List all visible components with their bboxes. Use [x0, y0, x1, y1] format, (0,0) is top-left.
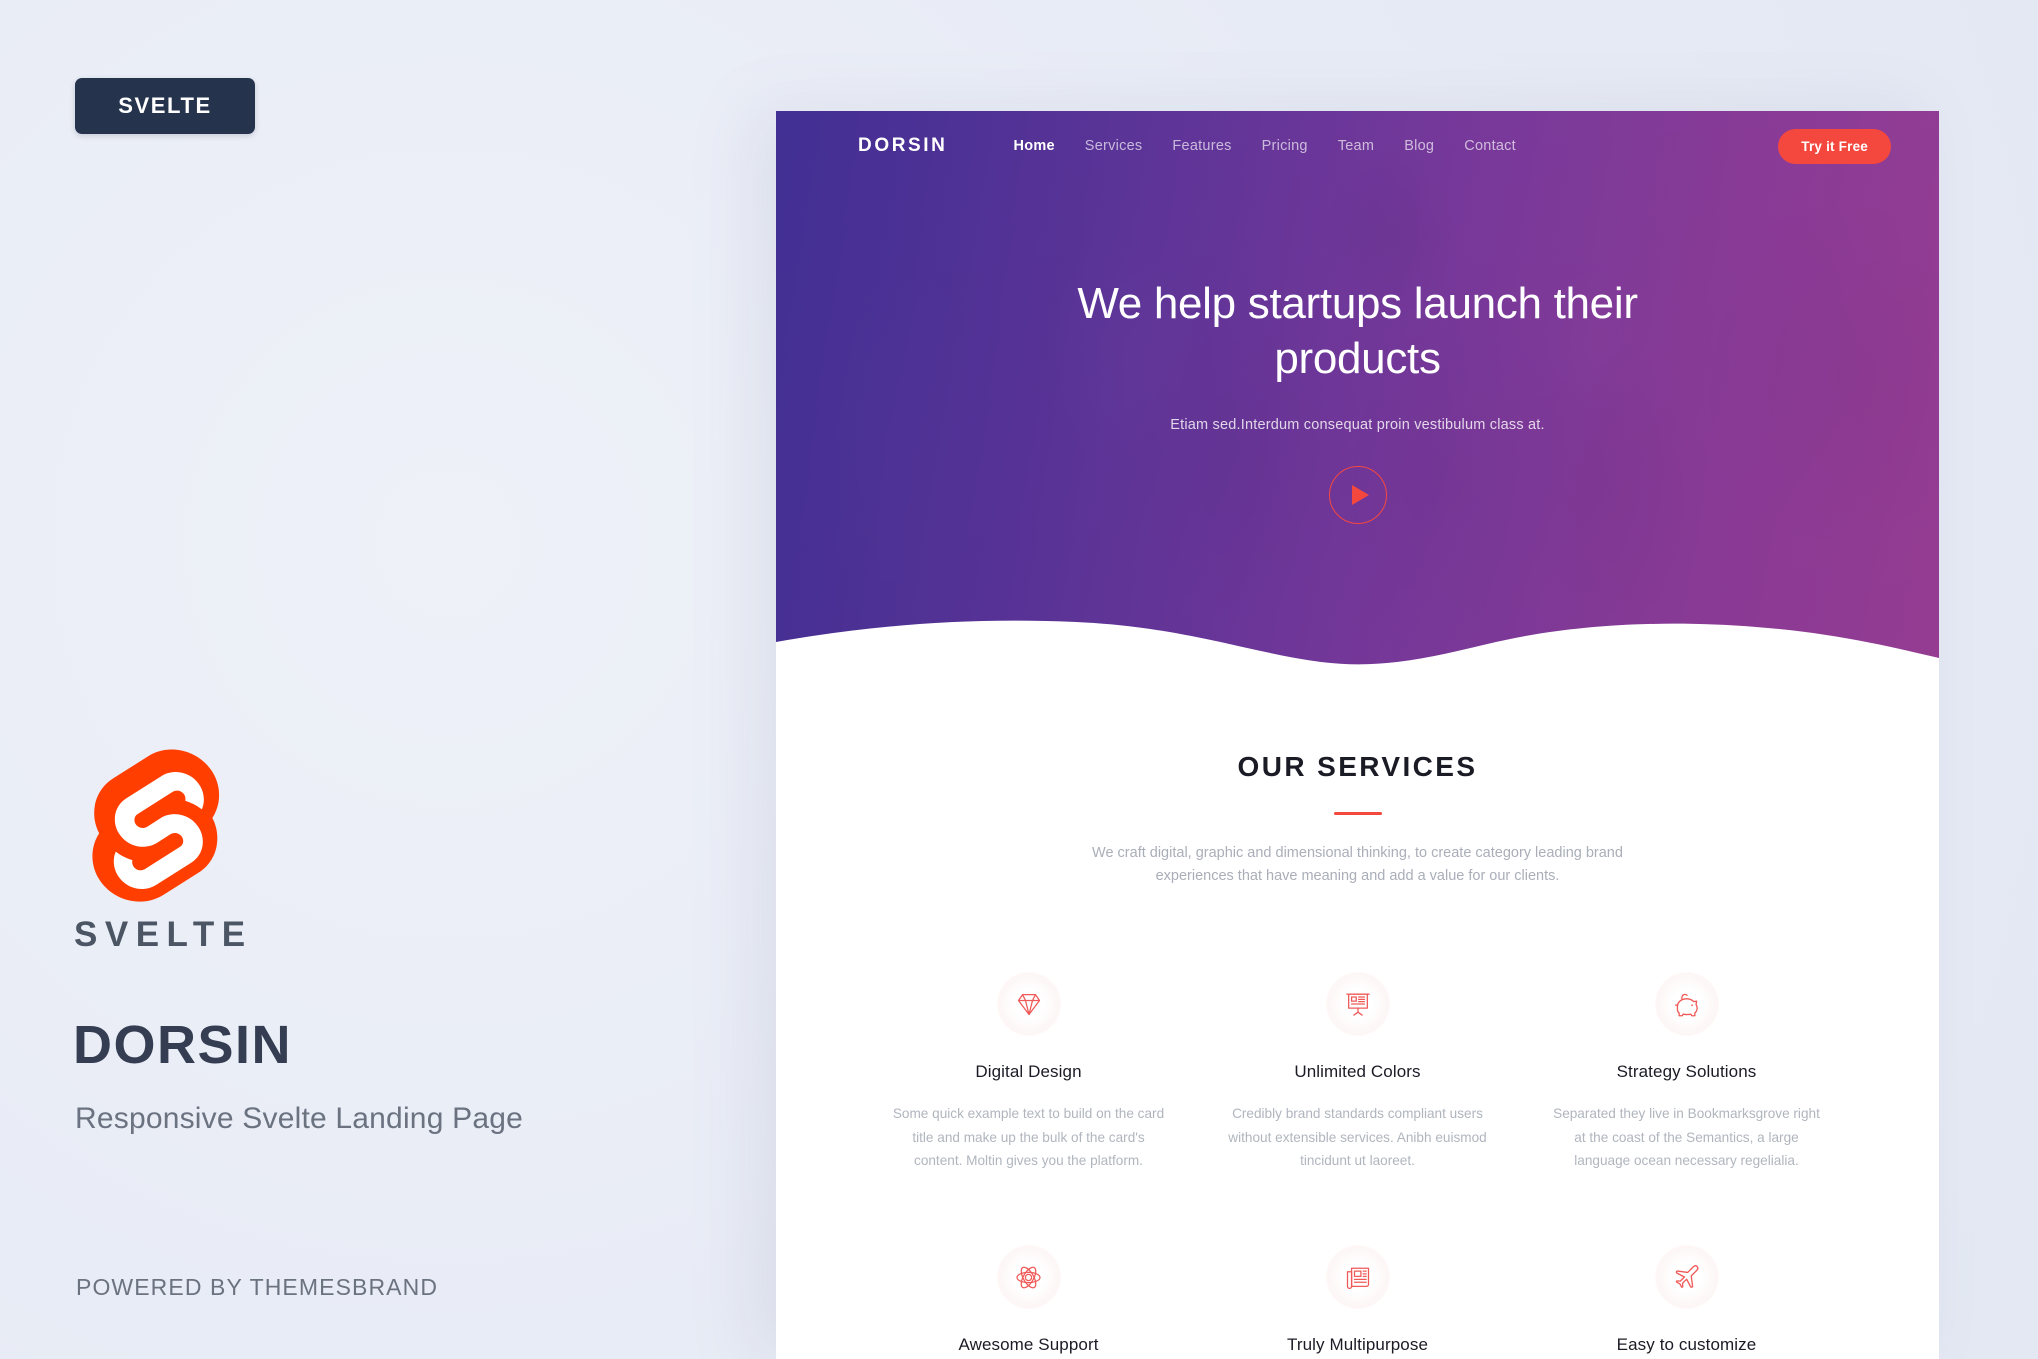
services-description: We craft digital, graphic and dimensiona…	[1092, 844, 1623, 885]
navbar-links: Home Services Features Pricing Team Blog…	[1014, 138, 1516, 154]
powered-by-label: POWERED BY THEMESBRAND	[76, 1274, 439, 1300]
hero-section: DORSIN Home Services Features Pricing Te…	[776, 111, 1939, 686]
service-card-title: Truly Multipurpose	[1287, 1335, 1428, 1355]
paper-plane-icon	[1655, 1246, 1718, 1309]
nav-link-contact[interactable]: Contact	[1464, 138, 1516, 154]
svelte-framework-badge: SVELTE	[75, 78, 255, 134]
hero-wave-divider	[776, 620, 1939, 686]
service-card-title: Digital Design	[975, 1062, 1082, 1082]
hero-subheadline: Etiam sed.Interdum consequat proin vesti…	[1170, 416, 1545, 433]
service-card-text: Credibly brand standards compliant users…	[1228, 1106, 1487, 1169]
service-card[interactable]: Easy to customize Question Marks and dev…	[1522, 1246, 1851, 1359]
atom-icon	[997, 1246, 1060, 1309]
nav-link-services[interactable]: Services	[1085, 138, 1143, 154]
nav-link-home[interactable]: Home	[1014, 138, 1055, 154]
svelte-wordmark: SVELTE	[74, 915, 253, 954]
services-heading: OUR SERVICES	[1237, 751, 1478, 782]
service-card[interactable]: Strategy Solutions Separated they live i…	[1522, 973, 1851, 1172]
service-card-text: Separated they live in Bookmarksgrove ri…	[1553, 1106, 1820, 1169]
product-title: DORSIN	[73, 1015, 293, 1075]
services-section: OUR SERVICES We craft digital, graphic a…	[776, 686, 1939, 1359]
service-card[interactable]: Digital Design Some quick example text t…	[864, 973, 1193, 1172]
presentation-board-icon	[1326, 973, 1389, 1036]
newspaper-icon	[1326, 1246, 1389, 1309]
nav-link-features[interactable]: Features	[1172, 138, 1231, 154]
service-card-text: Some quick example text to build on the …	[892, 1106, 1165, 1169]
product-subtitle: Responsive Svelte Landing Page	[75, 1102, 523, 1135]
service-card-title: Strategy Solutions	[1616, 1062, 1757, 1082]
diamond-icon	[997, 973, 1060, 1036]
nav-link-team[interactable]: Team	[1338, 138, 1374, 154]
hero-play-wrapper	[876, 465, 1839, 524]
site-preview: DORSIN Home Services Features Pricing Te…	[776, 111, 1939, 1359]
service-card-title: Unlimited Colors	[1294, 1062, 1421, 1082]
service-card-title: Easy to customize	[1616, 1335, 1757, 1355]
piggy-bank-icon	[1655, 973, 1718, 1036]
play-icon	[1351, 484, 1369, 505]
services-heading-rule	[1333, 812, 1382, 815]
nav-link-blog[interactable]: Blog	[1404, 138, 1434, 154]
branding-panel: SVELTE SVELTE DORSIN Responsive Svelte L…	[0, 0, 770, 1359]
hero-headline: We help startups launch their products	[1077, 279, 1638, 384]
svelte-badge-label: SVELTE	[118, 93, 212, 118]
play-video-button[interactable]	[1328, 465, 1387, 524]
service-card[interactable]: Truly Multipurpose Even the all-powerful…	[1193, 1246, 1522, 1359]
services-card-grid: Digital Design Some quick example text t…	[776, 889, 1939, 1359]
try-it-free-button[interactable]: Try it Free	[1778, 128, 1891, 164]
service-card[interactable]: Awesome Support It is a paradisematic co…	[864, 1246, 1193, 1359]
site-navbar: DORSIN Home Services Features Pricing Te…	[776, 111, 1939, 181]
service-card[interactable]: Unlimited Colors Credibly brand standard…	[1193, 973, 1522, 1172]
navbar-logo[interactable]: DORSIN	[858, 135, 948, 157]
nav-link-pricing[interactable]: Pricing	[1262, 138, 1308, 154]
svelte-logo	[88, 748, 234, 908]
service-card-title: Awesome Support	[958, 1335, 1099, 1355]
hero-content: We help startups launch their products E…	[776, 276, 1939, 524]
